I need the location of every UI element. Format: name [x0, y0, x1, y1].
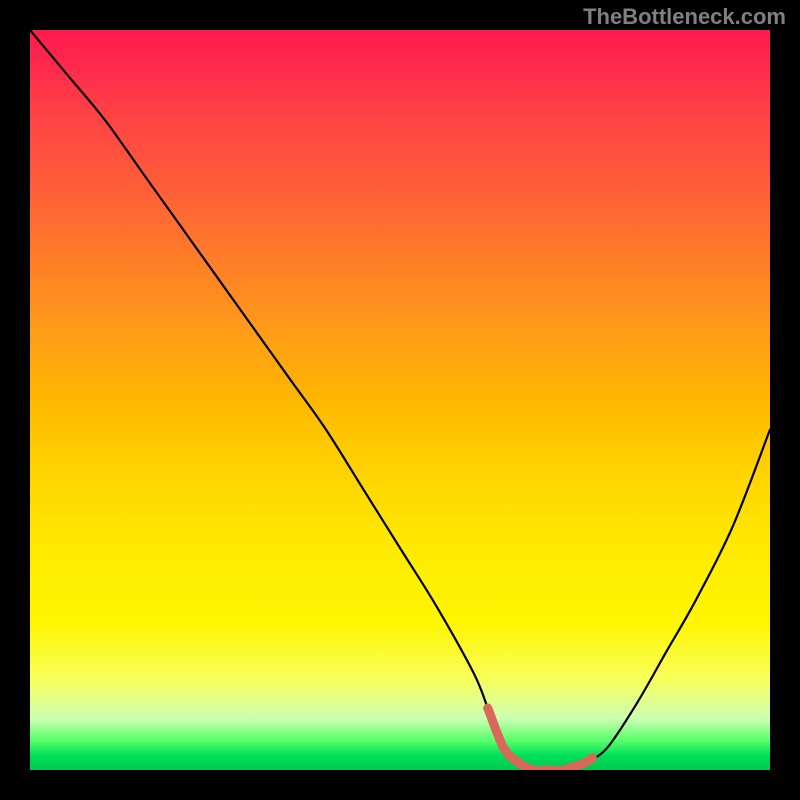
bottleneck-curve-svg	[30, 30, 770, 770]
watermark-text: TheBottleneck.com	[583, 4, 786, 30]
chart-container: TheBottleneck.com	[0, 0, 800, 800]
bottleneck-curve-path	[30, 30, 770, 770]
valley-marker-path	[488, 708, 593, 770]
